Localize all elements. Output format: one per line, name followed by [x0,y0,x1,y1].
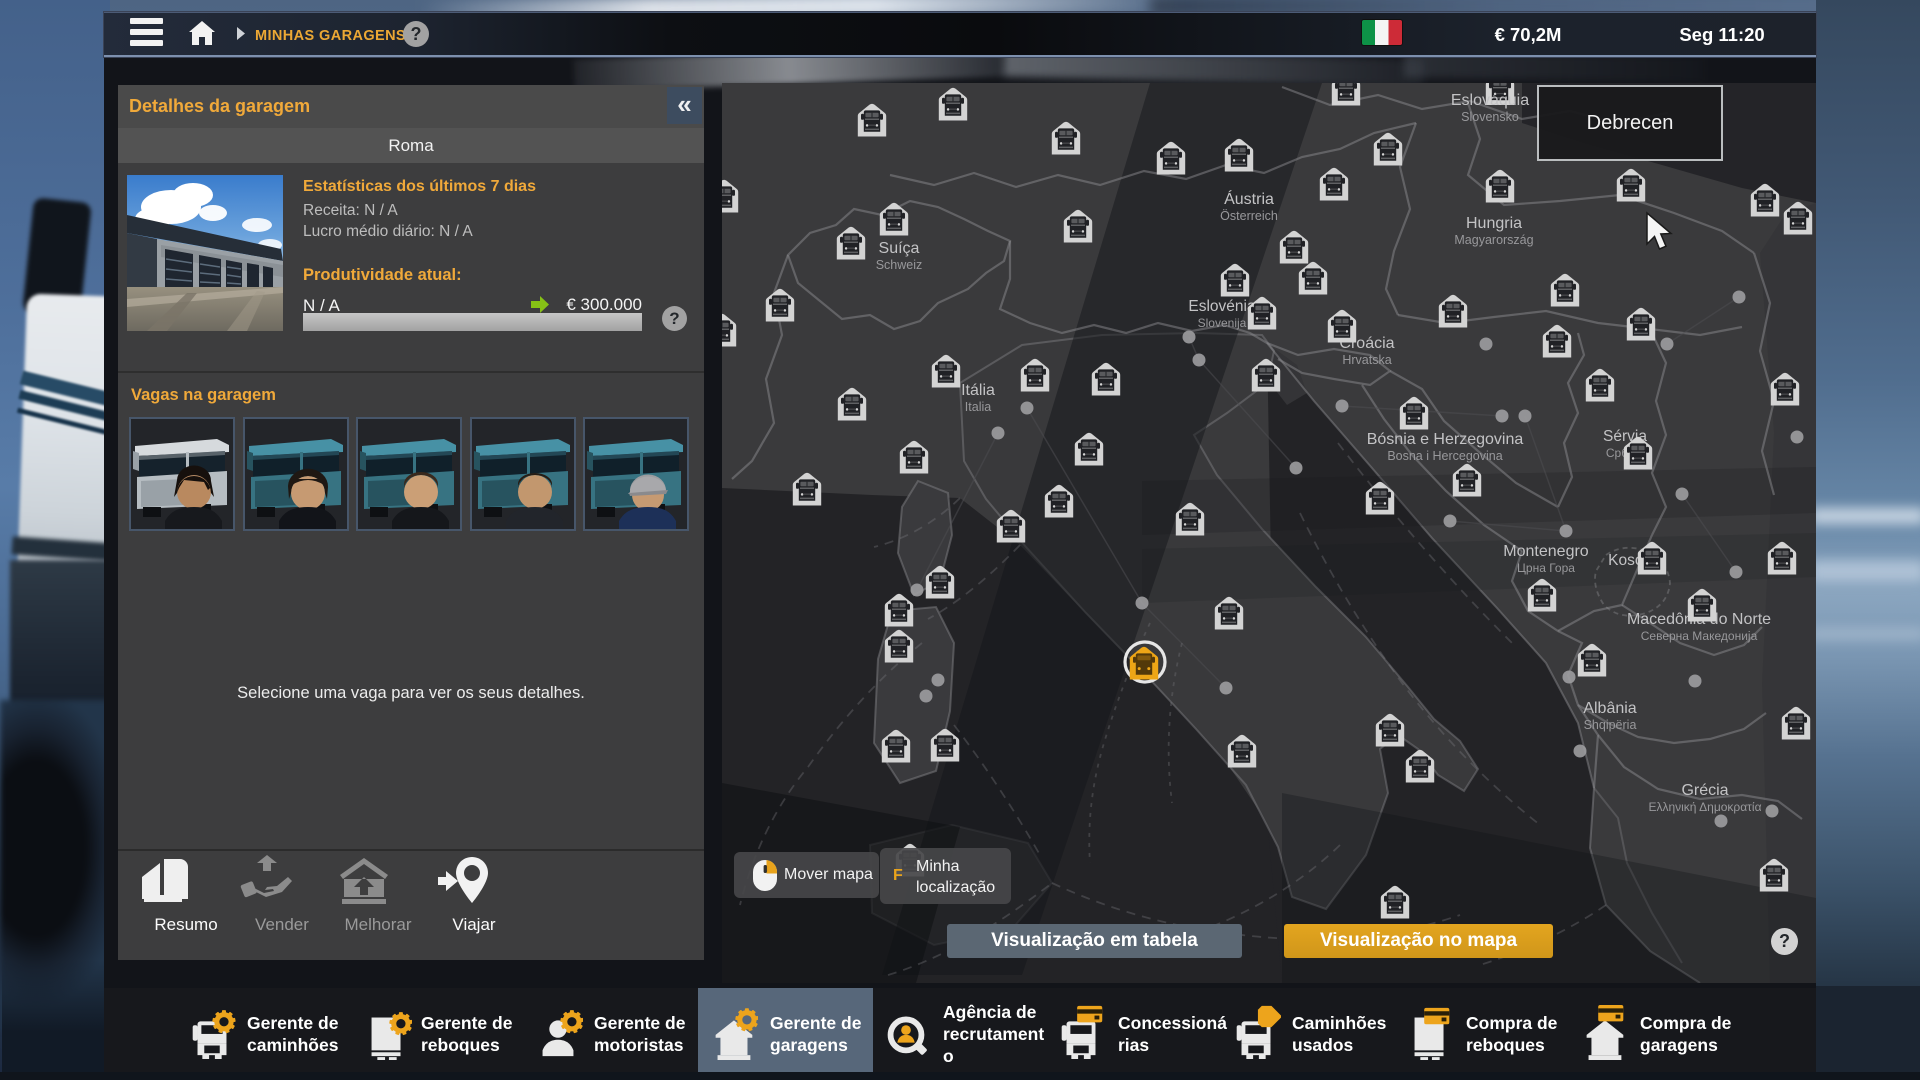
svg-text:Bosna i Hercegovina: Bosna i Hercegovina [1387,449,1502,463]
svg-text:Slovenija: Slovenija [1198,316,1247,330]
svg-text:Albânia: Albânia [1583,700,1636,717]
svg-text:Hungria: Hungria [1466,215,1522,232]
svg-text:Ελληνική Δημοκρατία: Ελληνική Δημοκρατία [1648,800,1761,814]
svg-text:Bósnia e Herzegovina: Bósnia e Herzegovina [1367,431,1524,448]
svg-text:Áustria: Áustria [1224,189,1274,208]
svg-text:Eslováquia: Eslováquia [1451,92,1529,109]
svg-text:Eslovénia: Eslovénia [1188,298,1256,315]
svg-text:Österreich: Österreich [1220,209,1278,223]
svg-text:Magyarország: Magyarország [1454,233,1533,247]
svg-text:Itália: Itália [961,382,995,399]
svg-text:Северна Македонија: Северна Македонија [1641,629,1758,643]
svg-text:Hrvatska: Hrvatska [1342,353,1391,367]
svg-text:Grécia: Grécia [1681,782,1728,799]
svg-text:Shqipëria: Shqipëria [1584,718,1637,732]
svg-text:Schweiz: Schweiz [876,258,923,272]
svg-text:Suíça: Suíça [879,240,920,257]
svg-text:Italia: Italia [965,400,991,414]
svg-text:Montenegro: Montenegro [1503,543,1588,560]
svg-text:Slovensko: Slovensko [1461,110,1519,124]
svg-text:Црна Гора: Црна Гора [1517,561,1575,575]
